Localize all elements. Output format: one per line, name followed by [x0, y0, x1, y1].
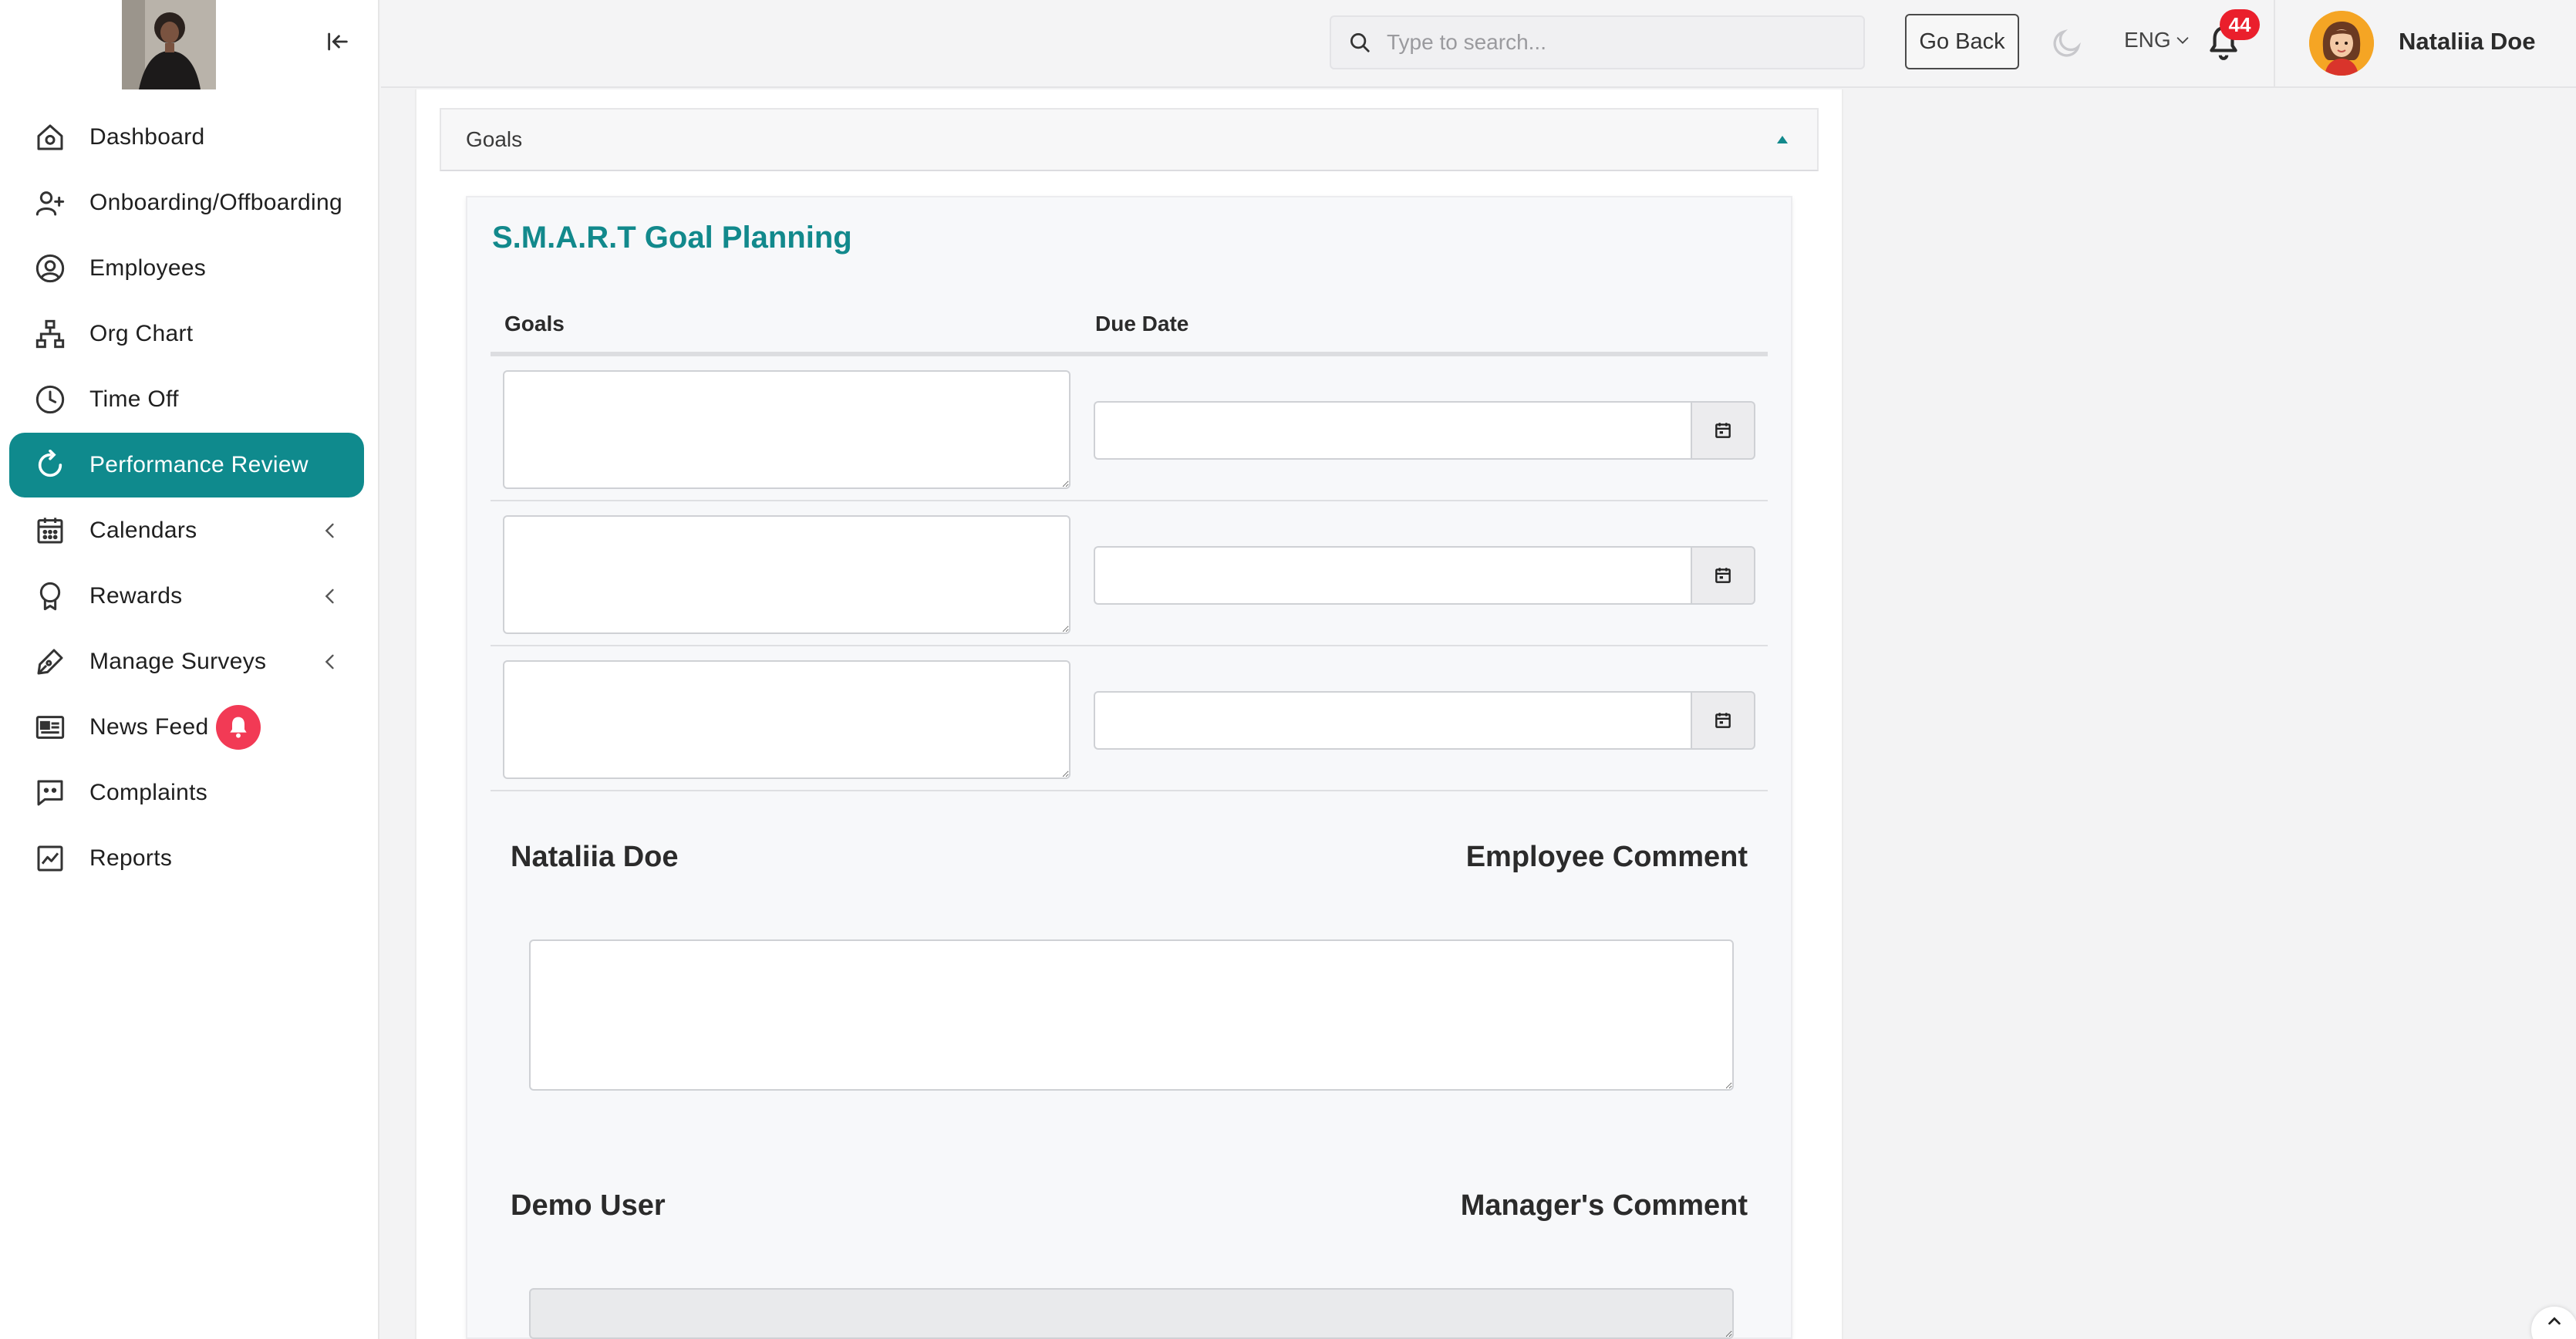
- goal-row: [491, 356, 1768, 501]
- goal-row: [491, 646, 1768, 791]
- avatar[interactable]: [2309, 11, 2374, 76]
- caret-up-icon: [1777, 136, 1788, 143]
- home-icon: [34, 121, 66, 153]
- manager-name: Demo User: [511, 1189, 666, 1222]
- collapse-left-icon: [328, 32, 348, 51]
- date-picker-button[interactable]: [1691, 691, 1755, 750]
- card-title: S.M.A.R.T Goal Planning: [492, 221, 852, 255]
- notification-count-badge: 44: [2220, 9, 2260, 40]
- sidebar-item-manage-surveys[interactable]: Manage Surveys: [9, 629, 364, 694]
- goals-section-label: Goals: [466, 127, 523, 151]
- sidebar-item-rewards[interactable]: Rewards: [9, 564, 364, 629]
- calendar-icon: [1715, 423, 1731, 438]
- clock-icon: [34, 383, 66, 416]
- sidebar-nav: Dashboard Onboarding/Offboarding Employe…: [9, 105, 364, 892]
- header-divider: [2274, 0, 2275, 86]
- sidebar-item-org-chart[interactable]: Org Chart: [9, 302, 364, 366]
- date-picker-button[interactable]: [1691, 401, 1755, 460]
- sidebar-item-label: Org Chart: [89, 321, 194, 346]
- sidebar-item-complaints[interactable]: Complaints: [9, 761, 364, 825]
- goal-textarea[interactable]: [503, 370, 1071, 489]
- goal-row: [491, 501, 1768, 646]
- search-box[interactable]: [1330, 15, 1865, 69]
- goals-column-header: Goals: [504, 312, 565, 336]
- due-date-input[interactable]: [1094, 691, 1691, 750]
- date-picker-button[interactable]: [1691, 546, 1755, 605]
- user-plus-icon: [34, 187, 66, 219]
- due-date-input[interactable]: [1094, 401, 1691, 460]
- org-chart-icon: [34, 318, 66, 350]
- language-selector[interactable]: ENG: [2124, 28, 2191, 52]
- news-feed-alert-badge: [216, 705, 261, 750]
- sidebar-item-label: Rewards: [89, 583, 183, 609]
- scroll-to-top-button[interactable]: [2531, 1307, 2576, 1339]
- sidebar-item-reports[interactable]: Reports: [9, 826, 364, 891]
- sidebar-item-dashboard[interactable]: Dashboard: [9, 105, 364, 170]
- chat-icon: [34, 777, 66, 809]
- pen-icon: [34, 646, 66, 678]
- due-date-picker: [1094, 691, 1755, 750]
- chevron-left-icon: [325, 523, 334, 538]
- newspaper-icon: [34, 711, 66, 744]
- chevron-left-icon: [325, 589, 334, 604]
- user-name[interactable]: Nataliia Doe: [2399, 28, 2535, 56]
- sidebar-item-label: Complaints: [89, 780, 208, 805]
- bell-icon: [230, 717, 248, 738]
- search-input[interactable]: [1387, 30, 1834, 55]
- due-date-picker: [1094, 546, 1755, 605]
- goals-accordion-header[interactable]: Goals: [440, 108, 1819, 171]
- sidebar-item-performance-review[interactable]: Performance Review: [9, 433, 364, 497]
- employee-comment-label: Employee Comment: [1465, 841, 1748, 873]
- employee-name: Nataliia Doe: [511, 841, 679, 873]
- sidebar-item-news-feed[interactable]: News Feed: [9, 695, 364, 760]
- go-back-button[interactable]: Go Back: [1905, 14, 2019, 69]
- manager-comment-label: Manager's Comment: [1460, 1189, 1748, 1222]
- sidebar-item-employees[interactable]: Employees: [9, 236, 364, 301]
- due-date-picker: [1094, 401, 1755, 460]
- arrow-up-icon: [2548, 1317, 2561, 1325]
- sidebar-item-label: Performance Review: [89, 452, 309, 477]
- user-circle-icon: [34, 252, 66, 285]
- sidebar-item-label: Time Off: [89, 386, 179, 412]
- sidebar-item-onboarding[interactable]: Onboarding/Offboarding: [9, 170, 364, 235]
- refresh-icon: [34, 449, 66, 481]
- goal-textarea[interactable]: [503, 660, 1071, 779]
- sidebar-item-time-off[interactable]: Time Off: [9, 367, 364, 432]
- search-icon: [1350, 33, 1370, 52]
- sidebar: Dashboard Onboarding/Offboarding Employe…: [0, 0, 379, 1339]
- sidebar-item-calendars[interactable]: Calendars: [9, 498, 364, 563]
- calendar-icon: [1715, 713, 1731, 728]
- sidebar-item-label: Dashboard: [89, 124, 205, 150]
- award-icon: [34, 580, 66, 612]
- collapse-sidebar-button[interactable]: [319, 26, 356, 57]
- company-logo[interactable]: [122, 0, 216, 89]
- language-label: ENG: [2124, 28, 2171, 52]
- sidebar-item-label: Onboarding/Offboarding: [89, 190, 342, 215]
- sidebar-item-label: News Feed: [89, 714, 209, 740]
- chevron-down-icon: [2176, 37, 2189, 44]
- calendar-icon: [1715, 568, 1731, 583]
- sidebar-item-label: Calendars: [89, 518, 197, 543]
- sidebar-item-label: Manage Surveys: [89, 649, 267, 674]
- smart-goal-card: S.M.A.R.T Goal Planning Goals Due Date N…: [466, 196, 1792, 1339]
- goal-textarea[interactable]: [503, 515, 1071, 634]
- dark-mode-toggle-icon[interactable]: [2050, 26, 2084, 60]
- manager-comment-textarea: [529, 1288, 1734, 1339]
- chart-icon: [34, 842, 66, 875]
- calendar-icon: [34, 514, 66, 547]
- chevron-left-icon: [325, 654, 334, 670]
- employee-comment-textarea[interactable]: [529, 939, 1734, 1091]
- due-date-column-header: Due Date: [1095, 312, 1189, 336]
- top-header: Go Back ENG 44 Nataliia Doe: [381, 0, 2576, 88]
- sidebar-item-label: Employees: [89, 255, 207, 281]
- due-date-input[interactable]: [1094, 546, 1691, 605]
- sidebar-item-label: Reports: [89, 845, 173, 871]
